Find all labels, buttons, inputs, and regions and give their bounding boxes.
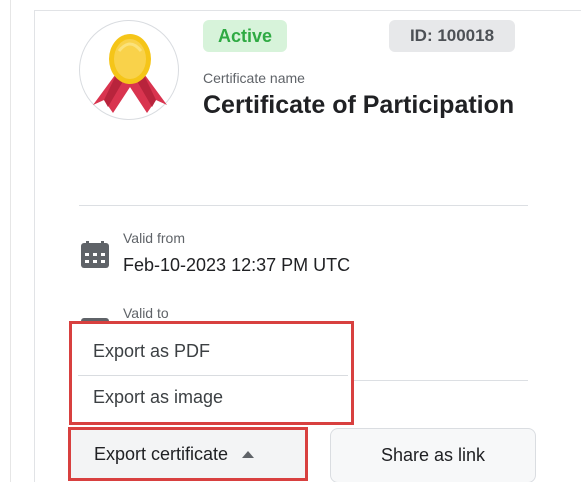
- share-as-link-button[interactable]: Share as link: [330, 428, 536, 482]
- certificate-name: Certificate of Participation: [203, 91, 515, 119]
- certificate-name-label: Certificate name: [203, 70, 305, 86]
- valid-to-label: Valid to: [123, 305, 169, 321]
- export-certificate-label: Export certificate: [94, 443, 229, 464]
- share-as-link-label: Share as link: [380, 445, 486, 465]
- export-certificate-button[interactable]: Export certificate: [68, 427, 308, 481]
- valid-from-value: Feb-10-2023 12:37 PM UTC: [123, 255, 351, 275]
- section-divider: [79, 205, 528, 206]
- menu-item-export-pdf[interactable]: Export as PDF: [72, 327, 351, 375]
- status-badge: Active: [203, 20, 287, 52]
- certificate-avatar: [79, 20, 179, 120]
- certificate-detail-panel: Active ID: 100018 Certificate name Certi…: [0, 0, 581, 482]
- valid-from-label: Valid from: [123, 230, 185, 246]
- id-badge: ID: 100018: [389, 20, 515, 52]
- caret-up-icon: [242, 450, 255, 458]
- export-menu: Export as PDF Export as image: [69, 321, 354, 425]
- calendar-icon: [81, 241, 109, 268]
- menu-item-export-image[interactable]: Export as image: [72, 373, 351, 421]
- medal-icon: [93, 34, 167, 113]
- panel-edge: [10, 0, 11, 482]
